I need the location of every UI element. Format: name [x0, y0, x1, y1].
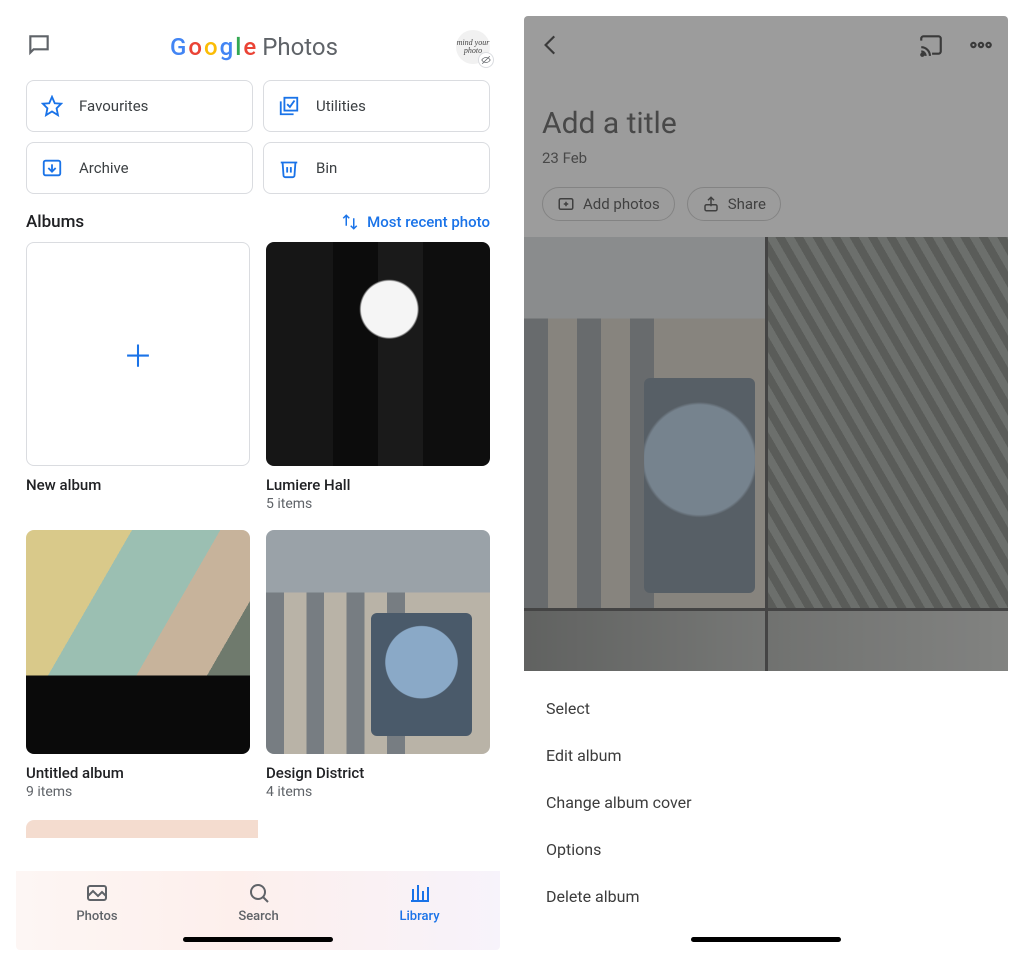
context-menu: Select Edit album Change album cover Opt…	[524, 671, 1008, 950]
album-backdrop: Add a title 23 Feb Add photos Share	[524, 16, 1008, 671]
nav-photos[interactable]: Photos	[76, 881, 117, 924]
shortcut-grid: Favourites Utilities Archive Bin	[16, 74, 500, 208]
section-title: Albums	[26, 212, 84, 232]
menu-edit-album[interactable]: Edit album	[524, 732, 1008, 779]
nav-label: Search	[238, 909, 278, 924]
archive-shortcut[interactable]: Archive	[26, 142, 253, 194]
shortcut-label: Favourites	[79, 97, 148, 115]
add-photo-icon	[557, 195, 575, 213]
star-icon	[41, 95, 63, 117]
menu-delete-album[interactable]: Delete album	[524, 873, 1008, 920]
feedback-icon[interactable]	[26, 32, 52, 62]
nav-search[interactable]: Search	[238, 881, 278, 924]
album-actions: Add photos Share	[524, 181, 1008, 237]
sort-icon	[341, 213, 359, 231]
menu-options[interactable]: Options	[524, 826, 1008, 873]
nav-label: Photos	[76, 909, 117, 924]
sort-button[interactable]: Most recent photo	[341, 213, 490, 231]
album-photo[interactable]	[768, 237, 1009, 608]
plus-icon: ＋	[123, 332, 153, 376]
photo-icon	[85, 881, 109, 905]
favourites-shortcut[interactable]: Favourites	[26, 80, 253, 132]
header: Google Photos mind your photo	[16, 16, 500, 74]
partial-album-row	[26, 820, 490, 838]
album-photo-grid	[524, 237, 1008, 671]
album-subtitle: 9 items	[26, 784, 250, 800]
nav-label: Library	[399, 909, 439, 924]
shortcut-label: Utilities	[316, 97, 366, 115]
album-title-block: Add a title 23 Feb	[524, 78, 1008, 181]
more-icon[interactable]	[968, 32, 994, 62]
chip-label: Share	[728, 195, 766, 213]
album-thumbnail	[266, 530, 490, 754]
album-date: 23 Feb	[542, 149, 990, 167]
album-tile-design[interactable]: Design District 4 items	[266, 530, 490, 800]
album-photo[interactable]	[524, 237, 765, 608]
new-album-tile[interactable]: ＋ New album	[26, 242, 250, 512]
share-icon	[702, 195, 720, 213]
bottom-nav: Photos Search Library	[16, 871, 500, 950]
album-title: Untitled album	[26, 764, 250, 782]
album-subtitle: 4 items	[266, 784, 490, 800]
home-indicator	[691, 937, 841, 942]
album-title: Design District	[266, 764, 490, 782]
album-appbar	[524, 16, 1008, 78]
album-thumbnail	[26, 530, 250, 754]
albums-grid: ＋ New album Lumiere Hall 5 items Untitle…	[16, 242, 500, 800]
account-avatar[interactable]: mind your photo	[456, 30, 490, 64]
new-album-thumb: ＋	[26, 242, 250, 466]
utilities-shortcut[interactable]: Utilities	[263, 80, 490, 132]
search-icon	[247, 881, 271, 905]
album-photo[interactable]	[524, 611, 765, 671]
album-tile-lumiere[interactable]: Lumiere Hall 5 items	[266, 242, 490, 512]
album-photo[interactable]	[768, 611, 1009, 671]
bin-shortcut[interactable]: Bin	[263, 142, 490, 194]
trash-icon	[278, 157, 300, 179]
share-chip[interactable]: Share	[687, 187, 781, 221]
shortcut-label: Archive	[79, 159, 129, 177]
shortcut-label: Bin	[316, 159, 337, 177]
app-name: Photos	[262, 33, 338, 61]
app-logo: Google Photos	[170, 33, 338, 61]
album-title-input[interactable]: Add a title	[542, 106, 990, 141]
cast-icon[interactable]	[918, 32, 944, 62]
album-detail-screen: Add a title 23 Feb Add photos Share	[524, 16, 1008, 950]
incognito-badge-icon	[478, 52, 494, 68]
album-thumbnail	[266, 242, 490, 466]
albums-section-header: Albums Most recent photo	[16, 208, 500, 242]
album-title: New album	[26, 476, 250, 494]
album-subtitle: 5 items	[266, 496, 490, 512]
menu-change-cover[interactable]: Change album cover	[524, 779, 1008, 826]
library-icon	[408, 881, 432, 905]
sort-label: Most recent photo	[367, 213, 490, 231]
archive-icon	[41, 157, 63, 179]
home-indicator	[183, 937, 333, 942]
album-title: Lumiere Hall	[266, 476, 490, 494]
nav-library[interactable]: Library	[399, 881, 439, 924]
add-photos-chip[interactable]: Add photos	[542, 187, 675, 221]
chip-label: Add photos	[583, 195, 660, 213]
back-button[interactable]	[538, 32, 564, 62]
menu-select[interactable]: Select	[524, 685, 1008, 732]
album-tile-untitled[interactable]: Untitled album 9 items	[26, 530, 250, 800]
utilities-icon	[278, 95, 300, 117]
library-screen: Google Photos mind your photo Favourites…	[16, 16, 500, 950]
